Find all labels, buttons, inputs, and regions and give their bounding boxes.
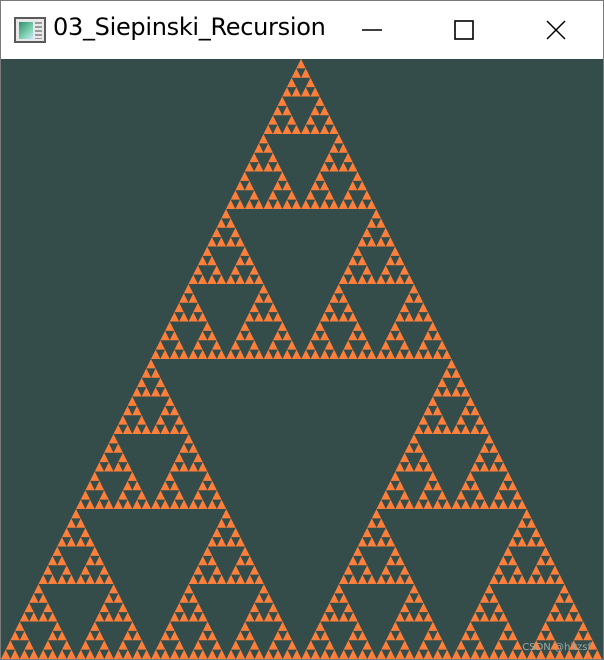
maximize-button[interactable] bbox=[418, 1, 510, 59]
maximize-icon bbox=[454, 20, 474, 40]
app-icon-lines bbox=[35, 22, 42, 39]
window-title: 03_Siepinski_Recursion bbox=[53, 13, 326, 41]
drawing-canvas[interactable]: CSDN @hitzsf bbox=[1, 59, 603, 659]
watermark: CSDN @hitzsf bbox=[522, 642, 591, 653]
sierpinski-filled-triangles bbox=[1, 59, 602, 659]
minimize-button[interactable] bbox=[326, 1, 418, 59]
close-button[interactable] bbox=[510, 1, 602, 59]
title-bar[interactable]: 03_Siepinski_Recursion bbox=[1, 1, 603, 59]
app-window-icon[interactable] bbox=[14, 17, 46, 43]
app-icon-pane bbox=[19, 22, 33, 39]
app-window: 03_Siepinski_Recursion CSDN @hitzsf bbox=[0, 0, 604, 660]
close-icon bbox=[546, 20, 566, 40]
minimize-icon bbox=[362, 29, 382, 31]
sierpinski-triangle bbox=[1, 59, 602, 659]
